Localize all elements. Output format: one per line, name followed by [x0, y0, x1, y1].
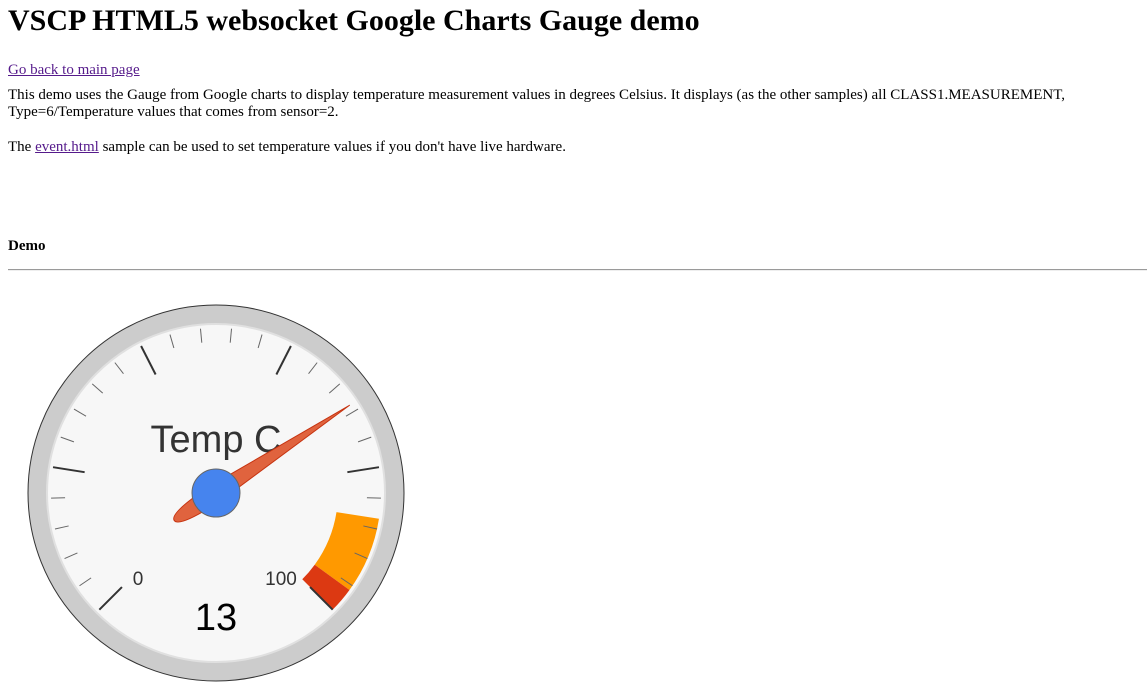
demo-heading: Demo [8, 238, 46, 254]
gauge-hub [191, 468, 241, 518]
event-note: The event.html sample can be used to set… [8, 139, 1147, 156]
page-content: VSCP HTML5 websocket Google Charts Gauge… [8, 0, 1147, 271]
gauge-max-label: 100 [265, 569, 297, 590]
event-note-prefix: The [8, 139, 36, 155]
temperature-gauge: Temp C 0 100 13 [27, 304, 405, 682]
event-note-suffix: sample can be used to set temperature va… [98, 139, 566, 155]
event-html-link[interactable]: event.html [35, 139, 99, 155]
gauge-min-label: 0 [133, 569, 144, 590]
demo-description: This demo uses the Gauge from Google cha… [8, 87, 1066, 120]
gauge-value: 13 [195, 597, 237, 639]
gauge-label: Temp C [151, 419, 282, 461]
back-to-main-link[interactable]: Go back to main page [8, 61, 1147, 79]
section-divider [8, 269, 1147, 271]
gauge-svg: Temp C 0 100 13 [27, 304, 405, 682]
page-title: VSCP HTML5 websocket Google Charts Gauge… [8, 4, 700, 37]
